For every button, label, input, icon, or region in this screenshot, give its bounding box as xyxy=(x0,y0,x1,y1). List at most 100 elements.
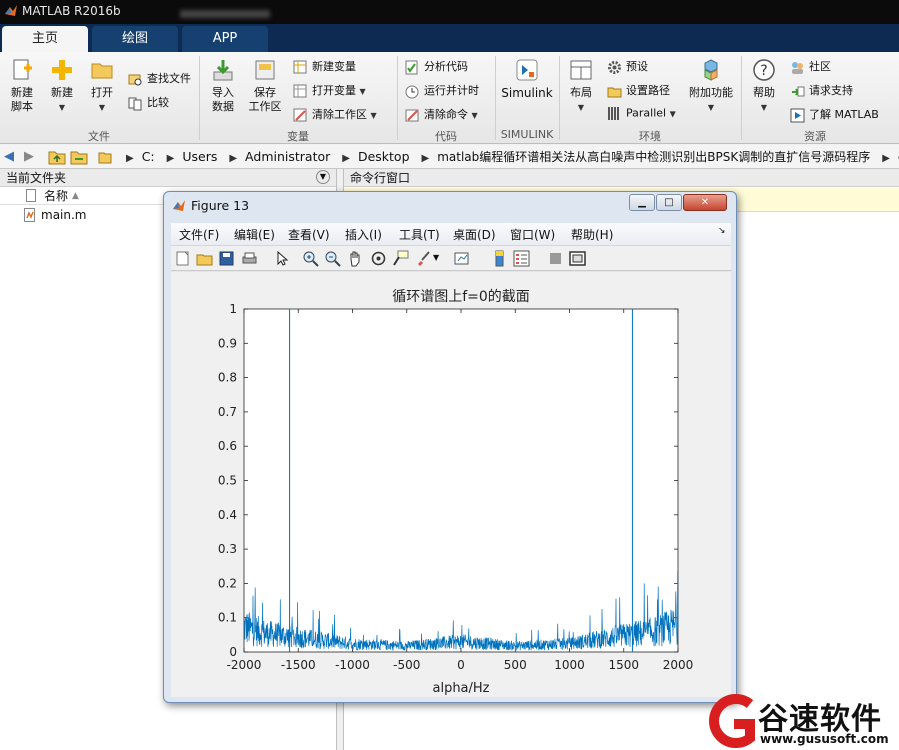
request-support-button[interactable]: 请求支持 xyxy=(790,82,853,99)
layout-button[interactable]: 布局 ▼ xyxy=(564,58,598,115)
parallel-button[interactable]: Parallel ▼ xyxy=(607,106,676,121)
breadcrumb-item[interactable]: Desktop xyxy=(358,149,410,164)
new-script-button[interactable]: 新建 脚本 xyxy=(4,58,40,114)
y-tick-label: 0.7 xyxy=(218,405,237,419)
x-tick-label: 0 xyxy=(457,658,465,672)
x-tick-label: -2000 xyxy=(227,658,262,672)
section-label-environment: 环境 xyxy=(639,130,661,143)
breadcrumb-item[interactable]: Administrator xyxy=(245,149,330,164)
pointer-icon[interactable] xyxy=(273,250,290,267)
tab-home[interactable]: 主页 xyxy=(2,26,88,52)
section-label-simulink: SIMULINK xyxy=(500,128,554,141)
new-variable-button[interactable]: 新建变量 xyxy=(293,58,356,75)
y-tick-label: 0.1 xyxy=(218,611,237,625)
legend-icon[interactable] xyxy=(513,250,530,267)
panel-menu-icon[interactable]: ▼ xyxy=(316,170,330,184)
zoom-out-icon[interactable] xyxy=(324,250,341,267)
save-icon[interactable] xyxy=(218,250,235,267)
x-tick-label: 1000 xyxy=(554,658,585,672)
clear-workspace-button[interactable]: 清除工作区 ▼ xyxy=(293,106,377,123)
browse-folder-icon[interactable] xyxy=(70,149,88,165)
y-tick-label: 0.4 xyxy=(218,508,237,522)
new-figure-icon[interactable] xyxy=(174,250,191,267)
run-time-icon xyxy=(405,85,419,98)
colorbar-icon[interactable] xyxy=(491,250,508,267)
breadcrumb-item[interactable]: C: xyxy=(142,149,155,164)
preferences-button[interactable]: 预设 xyxy=(607,58,648,75)
learn-matlab-button[interactable]: 了解 MATLAB xyxy=(790,106,879,123)
open-variable-button[interactable]: 打开变量 ▼ xyxy=(293,82,366,99)
sort-ascending-icon: ▲ xyxy=(72,191,79,201)
menu-file[interactable]: 文件(F) xyxy=(179,226,219,243)
folder-icon xyxy=(98,152,112,164)
tab-plots[interactable]: 绘图 xyxy=(92,26,178,52)
menu-desktop[interactable]: 桌面(D) xyxy=(453,226,496,243)
back-arrow-icon[interactable]: ◀ xyxy=(4,149,14,164)
blurred-area xyxy=(180,10,270,18)
forward-arrow-icon[interactable]: ▶ xyxy=(24,149,34,164)
section-label-file: 文件 xyxy=(88,130,110,143)
chart[interactable]: 循环谱图上f=0的截面 alpha/Hz -2000 -1500 -1000 -500 0 5… xyxy=(171,272,731,697)
menu-edit[interactable]: 编辑(E) xyxy=(234,226,275,243)
pan-hand-icon[interactable] xyxy=(347,250,364,267)
y-tick-label: 0.6 xyxy=(218,439,237,453)
data-cursor-icon[interactable] xyxy=(392,250,409,267)
breadcrumb-item[interactable]: Users xyxy=(182,149,217,164)
menu-window[interactable]: 窗口(W) xyxy=(510,226,555,243)
open-file-icon[interactable] xyxy=(196,250,213,267)
ribbon: 新建 脚本 新建 ▼ 打开 ▼ 查找文件 比较 文件 导入 数据 保存 工作区 新建… xyxy=(0,52,899,144)
matlab-logo-icon xyxy=(173,200,185,211)
breadcrumb-separator-icon: ▶ xyxy=(166,153,175,164)
menu-insert[interactable]: 插入(I) xyxy=(345,226,382,243)
link-plot-icon[interactable] xyxy=(454,250,471,267)
menu-help[interactable]: 帮助(H) xyxy=(571,226,613,243)
minimize-button[interactable]: ▁ xyxy=(629,194,655,211)
rotate-3d-icon[interactable] xyxy=(370,250,387,267)
find-files-button[interactable]: 查找文件 xyxy=(128,70,191,87)
watermark-url: www.gususoft.com xyxy=(760,732,889,746)
breadcrumb-separator-icon: ▶ xyxy=(882,153,890,164)
dock-arrow-icon[interactable]: ↘ xyxy=(718,226,726,236)
brush-icon[interactable] xyxy=(415,250,432,267)
new-script-icon xyxy=(13,59,32,80)
help-button[interactable]: ? 帮助 ▼ xyxy=(746,58,782,115)
menu-view[interactable]: 查看(V) xyxy=(288,226,330,243)
x-tick-label: -500 xyxy=(393,658,420,672)
maximize-button[interactable]: □ xyxy=(656,194,682,211)
zoom-in-icon[interactable] xyxy=(302,250,319,267)
clear-commands-button[interactable]: 清除命令 ▼ xyxy=(405,106,478,123)
x-tick-label: -1000 xyxy=(335,658,370,672)
chevron-down-icon: ▼ xyxy=(577,103,585,112)
analyze-code-button[interactable]: 分析代码 xyxy=(405,58,468,75)
brush-dropdown-icon[interactable]: ▼ xyxy=(433,253,439,262)
close-button[interactable]: ✕ xyxy=(683,194,727,211)
community-button[interactable]: 社区 xyxy=(790,58,831,75)
matlab-logo-icon xyxy=(5,5,17,16)
chevron-down-icon: ▼ xyxy=(98,103,106,112)
plot-area xyxy=(243,308,679,653)
up-folder-icon[interactable] xyxy=(48,149,66,165)
y-tick-label: 0.8 xyxy=(218,371,237,385)
addons-button[interactable]: 附加功能 ▼ xyxy=(686,58,736,115)
hide-plot-tools-icon[interactable] xyxy=(547,250,564,267)
breadcrumb-separator-icon: ▶ xyxy=(421,153,430,164)
open-button[interactable]: 打开 ▼ xyxy=(86,58,118,115)
column-name-label: 名称 xyxy=(44,189,69,203)
print-icon[interactable] xyxy=(241,250,258,267)
save-workspace-button[interactable]: 保存 工作区 xyxy=(246,58,284,114)
figure-toolbar: ▼ xyxy=(171,245,731,271)
tab-apps[interactable]: APP xyxy=(182,26,268,52)
new-button[interactable]: 新建 ▼ xyxy=(46,58,78,115)
address-bar: ◀ ▶ ▶ C: ▶ Users ▶ Administrator ▶ Desktop ▶… xyxy=(0,145,899,169)
menu-tools[interactable]: 工具(T) xyxy=(399,226,440,243)
ribbon-tabs: 主页 绘图 APP xyxy=(0,24,899,52)
addons-icon xyxy=(704,59,718,81)
show-plot-tools-icon[interactable] xyxy=(569,250,586,267)
compare-button[interactable]: 比较 xyxy=(128,94,169,111)
set-path-button[interactable]: 设置路径 xyxy=(607,82,670,99)
simulink-button[interactable]: Simulink xyxy=(500,58,554,101)
breadcrumb-item[interactable]: matlab编程循环谱相关法从高白噪声中检测识别出BPSK调制的直扩信号源码程序 xyxy=(437,150,870,164)
watermark: 谷速软件 www.gususoft.com xyxy=(698,692,899,750)
import-data-button[interactable]: 导入 数据 xyxy=(204,58,242,114)
run-and-time-button[interactable]: 运行并计时 xyxy=(405,82,479,99)
